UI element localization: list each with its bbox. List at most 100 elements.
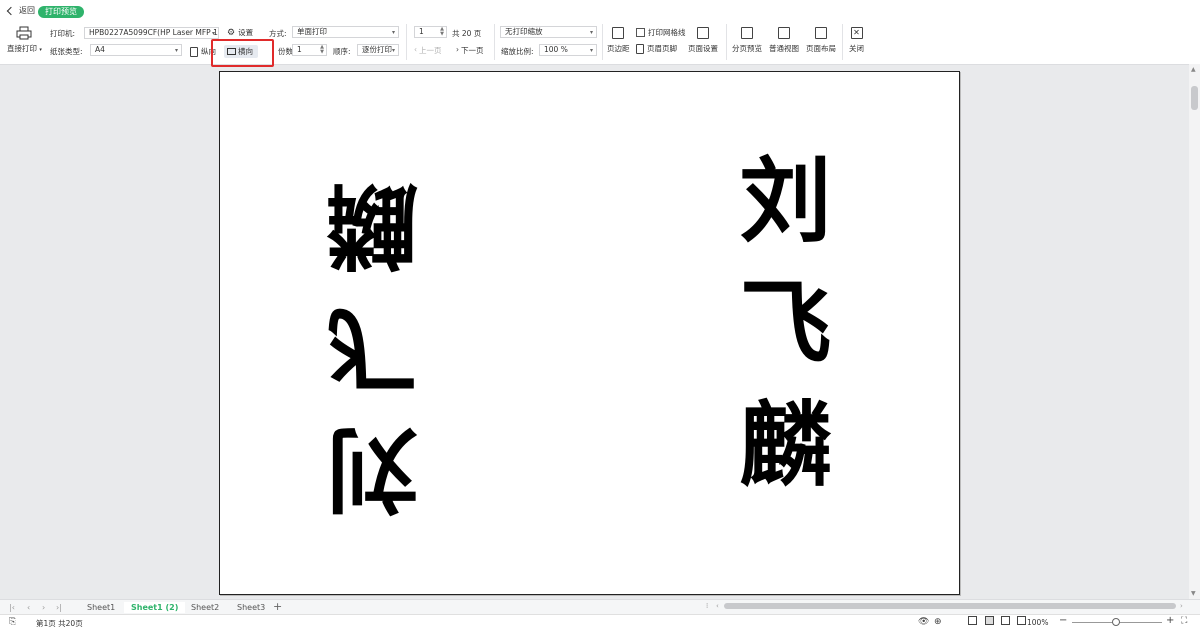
printer-icon bbox=[16, 26, 32, 40]
chevron-down-icon[interactable]: ▼ bbox=[320, 50, 324, 55]
page-info: 第1页 共20页 bbox=[36, 619, 83, 628]
first-sheet-icon[interactable]: |‹ bbox=[9, 603, 15, 612]
sheet-tab[interactable]: Sheet1 bbox=[80, 602, 122, 613]
zoom-ratio-select[interactable]: 100 % ▾ bbox=[539, 44, 597, 56]
print-order-value: 逐份打印 bbox=[362, 45, 392, 54]
top-bar bbox=[0, 0, 1200, 20]
back-label: 返回 bbox=[19, 6, 35, 15]
margins-button[interactable]: 页边距 bbox=[607, 27, 630, 54]
next-sheet-icon[interactable]: › bbox=[42, 603, 45, 612]
close-label: 关闭 bbox=[849, 44, 864, 53]
copies-stepper[interactable]: 1 ▲ ▼ bbox=[292, 44, 327, 56]
highlight-box bbox=[211, 39, 274, 67]
page-layout-label: 页面布局 bbox=[806, 44, 836, 53]
page-number-value: 1 bbox=[419, 27, 424, 36]
grid-icon bbox=[778, 27, 790, 39]
chevron-down-icon: ▾ bbox=[174, 47, 178, 54]
scrollbar-thumb[interactable] bbox=[1191, 86, 1198, 110]
header-footer-label: 页眉页脚 bbox=[647, 44, 677, 53]
divider bbox=[494, 24, 495, 60]
print-method-value: 单面打印 bbox=[297, 27, 327, 36]
page-break-view-icon[interactable] bbox=[1001, 616, 1010, 625]
portrait-page-icon bbox=[190, 46, 198, 57]
page-setup-icon bbox=[697, 27, 709, 39]
scroll-down-icon[interactable]: ▼ bbox=[1191, 590, 1196, 597]
normal-view-icon[interactable] bbox=[968, 616, 977, 625]
chevron-down-icon[interactable]: ▼ bbox=[440, 32, 444, 37]
sheet-tab[interactable]: Sheet2 bbox=[184, 602, 226, 613]
name-text-rotated: 刘飞麟 bbox=[326, 152, 434, 518]
gear-icon: ⚙ bbox=[227, 27, 236, 38]
page-break-icon bbox=[741, 27, 753, 39]
print-method-select[interactable]: 单面打印 ▾ bbox=[292, 26, 399, 38]
page-setup-label: 页面设置 bbox=[688, 44, 718, 53]
scale-mode-value: 无打印缩放 bbox=[505, 27, 543, 36]
chevron-down-icon: ▾ bbox=[211, 30, 215, 37]
page-view-icon[interactable] bbox=[985, 616, 994, 625]
macro-icon[interactable]: ⎘ bbox=[9, 617, 16, 627]
divider bbox=[602, 24, 603, 60]
print-gridlines-label: 打印网格线 bbox=[648, 28, 686, 37]
divider bbox=[406, 24, 407, 60]
prev-sheet-icon[interactable]: ‹ bbox=[27, 603, 30, 612]
splitter-handle[interactable]: ⁞ bbox=[706, 602, 708, 610]
next-page-button[interactable]: › 下一页 bbox=[456, 45, 484, 56]
direct-print-label: 直接打印 bbox=[7, 44, 37, 53]
margins-label: 页边距 bbox=[607, 44, 630, 53]
last-sheet-icon[interactable]: ›| bbox=[56, 603, 62, 612]
back-button[interactable]: 返回 bbox=[6, 5, 35, 16]
scale-mode-select[interactable]: 无打印缩放 ▾ bbox=[500, 26, 597, 38]
print-gridlines-checkbox[interactable]: 打印网格线 bbox=[636, 27, 686, 38]
page-number-input[interactable]: 1 ▲ ▼ bbox=[414, 26, 447, 38]
paper-type-value: A4 bbox=[95, 45, 105, 54]
prev-page-label: 上一页 bbox=[419, 46, 442, 55]
zoom-out-button[interactable]: − bbox=[1059, 615, 1067, 626]
normal-view-label: 普通视图 bbox=[769, 44, 799, 53]
close-preview-button[interactable]: ✕ 关闭 bbox=[849, 27, 864, 54]
sheet-tab-active[interactable]: Sheet1 (2) bbox=[124, 602, 186, 613]
settings-label: 设置 bbox=[238, 28, 254, 37]
printer-select[interactable]: HPB0227A5099CF(HP Laser MFP 1: ▾ bbox=[84, 27, 219, 39]
checkbox-icon bbox=[636, 28, 645, 37]
settings-button[interactable]: ⚙ 设置 bbox=[227, 27, 253, 38]
scroll-left-icon[interactable]: ‹ bbox=[716, 602, 719, 610]
chevron-down-icon: ▾ bbox=[391, 47, 395, 54]
fullscreen-icon[interactable]: ⛶ bbox=[1181, 616, 1187, 626]
scroll-up-icon[interactable]: ▲ bbox=[1191, 66, 1196, 73]
method-label: 方式: bbox=[269, 29, 287, 38]
normal-view-button[interactable]: 普通视图 bbox=[769, 27, 799, 54]
horizontal-scrollbar-thumb[interactable] bbox=[724, 603, 1176, 609]
vertical-scrollbar[interactable] bbox=[1189, 64, 1200, 600]
chevron-left-icon: ‹ bbox=[414, 45, 417, 54]
copies-value: 1 bbox=[297, 45, 302, 54]
eye-protection-icon[interactable]: 👁 bbox=[918, 617, 929, 627]
center-icon[interactable]: ⊕ bbox=[934, 617, 942, 627]
name-text: 刘飞麟 bbox=[724, 152, 832, 518]
direct-print-button[interactable]: 直接打印 ▾ bbox=[7, 26, 42, 54]
reading-view-icon[interactable] bbox=[1017, 616, 1026, 625]
divider bbox=[842, 24, 843, 60]
sheet-tab[interactable]: Sheet3 bbox=[230, 602, 272, 613]
prev-page-button[interactable]: ‹ 上一页 bbox=[414, 45, 442, 56]
page-layout-icon bbox=[815, 27, 827, 39]
close-icon: ✕ bbox=[850, 27, 863, 39]
page-setup-button[interactable]: 页面设置 bbox=[688, 27, 718, 54]
page-break-preview-label: 分页预览 bbox=[732, 44, 762, 53]
scroll-right-icon[interactable]: › bbox=[1180, 602, 1183, 610]
chevron-right-icon: › bbox=[456, 45, 459, 54]
header-footer-button[interactable]: 页眉页脚 bbox=[636, 43, 677, 54]
paper-type-select[interactable]: A4 ▾ bbox=[90, 44, 182, 56]
header-footer-icon bbox=[636, 43, 644, 54]
print-preview-badge: 打印预览 bbox=[38, 6, 84, 18]
page-break-preview-button[interactable]: 分页预览 bbox=[732, 27, 762, 54]
printer-value: HPB0227A5099CF(HP Laser MFP 1: bbox=[89, 28, 219, 37]
zoom-in-button[interactable]: + bbox=[1166, 615, 1174, 626]
zoom-slider-handle[interactable] bbox=[1112, 618, 1120, 626]
printer-label: 打印机: bbox=[50, 29, 76, 38]
zoom-level[interactable]: 100% bbox=[1027, 618, 1048, 627]
page-layout-button[interactable]: 页面布局 bbox=[806, 27, 836, 54]
next-page-label: 下一页 bbox=[461, 46, 484, 55]
chevron-down-icon: ▾ bbox=[39, 47, 42, 53]
print-order-select[interactable]: 逐份打印 ▾ bbox=[357, 44, 399, 56]
add-sheet-button[interactable]: + bbox=[273, 600, 282, 613]
